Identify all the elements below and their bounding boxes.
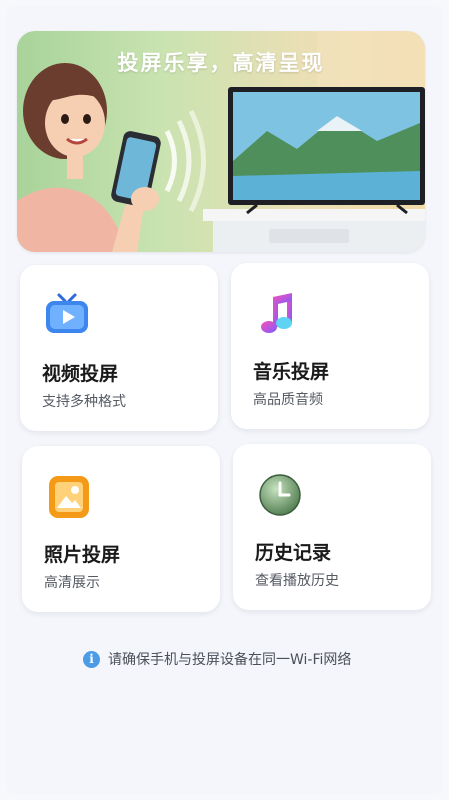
music-cast-title: 音乐投屏: [253, 361, 330, 383]
hero-banner: 投屏乐享，高清呈现: [17, 31, 425, 252]
video-cast-title: 视频投屏: [42, 363, 119, 385]
music-cast-card[interactable]: 音乐投屏 高品质音频: [231, 263, 429, 429]
music-cast-subtitle: 高品质音频: [253, 392, 323, 408]
history-card[interactable]: 历史记录 查看播放历史: [233, 444, 431, 610]
video-cast-card[interactable]: 视频投屏 支持多种格式: [20, 265, 218, 431]
music-note-icon: [261, 293, 292, 333]
photo-cast-card[interactable]: 照片投屏 高清展示: [22, 446, 220, 612]
history-title: 历史记录: [255, 542, 332, 564]
tv-play-icon: [46, 293, 88, 333]
wifi-tip-text: 请确保手机与投屏设备在同一Wi-Fi网络: [108, 652, 352, 668]
video-cast-subtitle: 支持多种格式: [42, 394, 126, 410]
clock-icon: [259, 474, 301, 516]
photo-cast-title: 照片投屏: [44, 544, 121, 566]
photo-cast-subtitle: 高清展示: [44, 575, 100, 591]
banner-title: 投屏乐享，高清呈现: [117, 51, 325, 75]
info-icon: i: [83, 650, 100, 668]
history-subtitle: 查看播放历史: [255, 573, 339, 589]
photo-icon: [49, 476, 89, 518]
wifi-tip: i 请确保手机与投屏设备在同一Wi-Fi网络: [83, 648, 351, 670]
